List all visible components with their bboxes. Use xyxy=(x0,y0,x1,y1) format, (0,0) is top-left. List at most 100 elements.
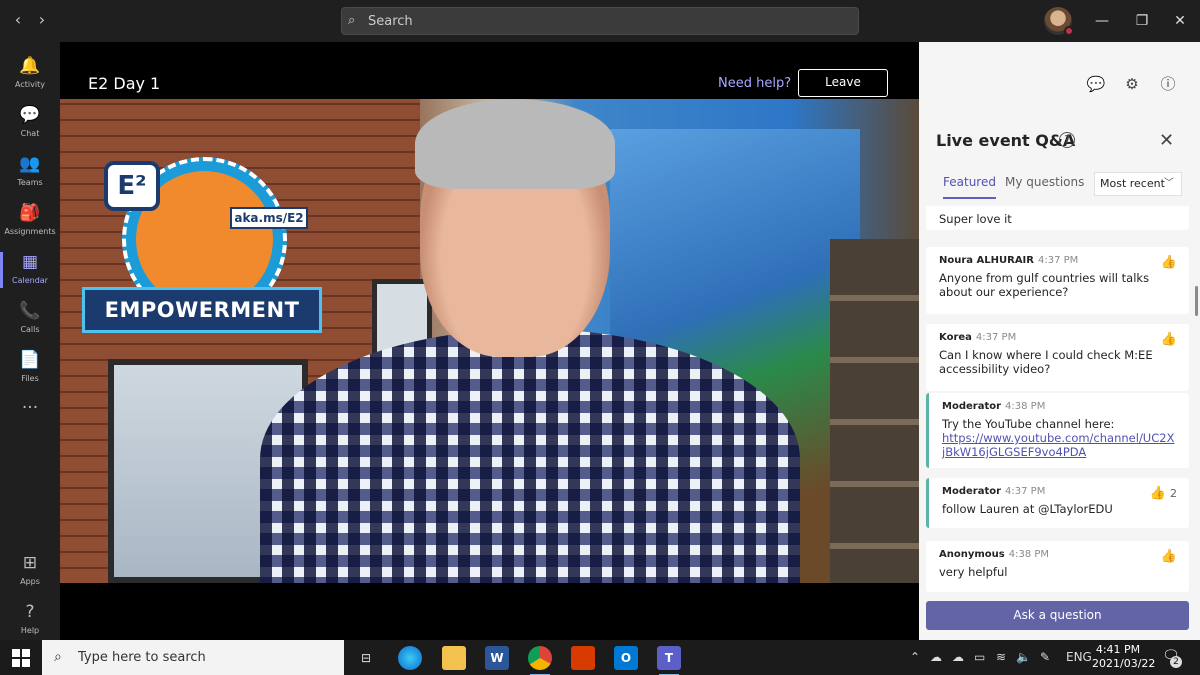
onedrive-icon[interactable]: ☁ xyxy=(930,650,942,664)
avatar[interactable] xyxy=(1044,7,1074,36)
minimize-button[interactable]: — xyxy=(1090,10,1114,32)
chevron-left-icon[interactable]: ‹ xyxy=(8,10,28,30)
question-list[interactable]: Super love it Noura ALHURAIR 4:37 PM Anyo… xyxy=(926,206,1189,592)
author-name: Anonymous xyxy=(939,549,1005,560)
rail-item-activity[interactable]: 🔔 Activity xyxy=(0,50,60,98)
close-icon[interactable]: ✕ xyxy=(1159,130,1174,151)
info-icon[interactable]: ⓘ xyxy=(1157,73,1179,95)
clock-date: 2021/03/22 xyxy=(1092,657,1156,670)
author-name: Korea xyxy=(939,332,972,343)
timestamp: 4:37 PM xyxy=(1005,486,1046,497)
like-icon[interactable]: 👍 xyxy=(1161,255,1177,270)
teams-icon[interactable]: T xyxy=(657,646,681,675)
close-button[interactable]: ✕ xyxy=(1168,10,1192,32)
apps-icon: ⊞ xyxy=(22,553,38,573)
qa-panel: 💬 ⚙ ⓘ Live event Q&A ? ✕ Featured My que… xyxy=(919,42,1200,640)
rail-item-more[interactable]: ··· xyxy=(0,392,60,440)
word-icon[interactable]: W xyxy=(485,646,509,670)
search-placeholder: Search xyxy=(368,14,413,29)
ask-question-button[interactable]: Ask a question xyxy=(926,601,1189,630)
leave-button[interactable]: Leave xyxy=(798,69,888,97)
rail-item-help[interactable]: ? Help xyxy=(0,596,60,644)
maximize-button[interactable]: ❐ xyxy=(1130,10,1154,32)
tab-my-questions[interactable]: My questions xyxy=(1005,175,1084,189)
wifi-icon[interactable]: ≋ xyxy=(996,650,1006,664)
clock-time: 4:41 PM xyxy=(1095,643,1141,656)
panel-title: Live event Q&A xyxy=(936,131,1076,150)
gear-icon[interactable]: ⚙ xyxy=(1121,73,1143,95)
author-name: Moderator xyxy=(942,401,1002,412)
like-icon[interactable]: 👍 xyxy=(1161,549,1177,564)
chevron-right-icon[interactable]: › xyxy=(32,10,52,30)
question-icon[interactable]: ? xyxy=(1059,132,1075,148)
rail-item-calendar[interactable]: ▦ Calendar xyxy=(0,246,60,294)
chrome-icon[interactable] xyxy=(528,646,552,675)
chevron-down-icon: ﹀ xyxy=(1164,178,1174,189)
rail-label: Files xyxy=(21,374,39,383)
file-icon: 📄 xyxy=(19,350,41,370)
sort-dropdown[interactable]: Most recent ﹀ xyxy=(1094,172,1182,196)
rail-label: Chat xyxy=(20,129,40,138)
file-explorer-icon[interactable] xyxy=(442,646,466,670)
list-item: Moderator 4:38 PM Try the YouTube channel… xyxy=(926,393,1189,468)
edge-icon[interactable] xyxy=(398,646,422,670)
presenter xyxy=(260,99,800,583)
help-icon: ? xyxy=(25,602,35,622)
timestamp: 4:38 PM xyxy=(1008,549,1050,560)
video-feed: E² aka.ms/E2 EMPOWERMENT xyxy=(60,99,919,583)
outlook-icon[interactable]: O xyxy=(614,646,638,670)
app-rail: 🔔 Activity 💬 Chat 👥 Teams 🎒 Assignments … xyxy=(0,42,60,640)
office-icon[interactable] xyxy=(571,646,595,670)
question-text: Anyone from gulf countries will talks ab… xyxy=(939,271,1150,299)
youtube-link[interactable]: https://www.youtube.com/channel/UC2XjBkW… xyxy=(942,431,1174,459)
cloud-icon[interactable]: ☁ xyxy=(952,650,964,664)
search-input[interactable]: ⌕ Search xyxy=(341,7,859,35)
rail-item-files[interactable]: 📄 Files xyxy=(0,344,60,392)
taskbar-search-input[interactable]: ⌕ Type here to search xyxy=(42,640,344,675)
author-name: Moderator xyxy=(942,486,1002,497)
pen-icon[interactable]: ✎ xyxy=(1040,650,1050,664)
chat-help-icon[interactable]: 💬 xyxy=(1085,73,1107,95)
meeting-title: E2 Day 1 xyxy=(88,74,161,93)
meeting-stage: E2 Day 1 Need help? Leave E² aka.ms/E2 E… xyxy=(60,42,919,640)
rail-item-assignments[interactable]: 🎒 Assignments xyxy=(0,197,60,245)
backpack-icon: 🎒 xyxy=(19,203,41,223)
tab-featured[interactable]: Featured xyxy=(943,175,996,199)
bookshelf xyxy=(830,239,919,583)
need-help-link[interactable]: Need help? xyxy=(718,76,791,91)
rail-item-chat[interactable]: 💬 Chat xyxy=(0,99,60,147)
rail-item-apps[interactable]: ⊞ Apps xyxy=(0,547,60,595)
list-item: Korea 4:37 PM Can I know where I could ch… xyxy=(926,324,1189,391)
reply-text: follow Lauren at @LTaylorEDU xyxy=(942,502,1113,516)
author-name: Noura ALHURAIR xyxy=(939,255,1034,266)
badge-link-text: aka.ms/E2 xyxy=(230,207,308,229)
presenter-shirt xyxy=(260,329,800,583)
battery-icon[interactable]: ▭ xyxy=(974,650,985,664)
like-icon[interactable]: 👍 xyxy=(1161,332,1177,347)
question-text: Can I know where I could check M:EE acce… xyxy=(939,348,1153,376)
rail-label: Teams xyxy=(17,178,43,187)
chevron-up-icon[interactable]: ⌃ xyxy=(910,650,920,664)
rail-item-calls[interactable]: 📞 Calls xyxy=(0,295,60,343)
question-text: very helpful xyxy=(939,565,1008,579)
scrollbar[interactable] xyxy=(1195,286,1198,316)
teams-icon: 👥 xyxy=(19,154,41,174)
taskbar-search-placeholder: Type here to search xyxy=(78,650,206,665)
task-view-icon[interactable]: ⊟ xyxy=(354,646,378,670)
phone-icon: 📞 xyxy=(19,301,41,321)
list-item: Moderator 4:37 PM follow Lauren at @LTayl… xyxy=(926,478,1189,528)
presenter-hair xyxy=(415,99,615,189)
rail-label: Calendar xyxy=(12,276,48,285)
sort-value: Most recent xyxy=(1100,177,1165,190)
notification-count: 2 xyxy=(1170,656,1182,668)
title-bar: ‹ › ⌕ Search — ❐ ✕ xyxy=(0,0,1200,42)
language-indicator[interactable]: ENG xyxy=(1066,650,1092,664)
timestamp: 4:37 PM xyxy=(1037,255,1079,266)
volume-icon[interactable]: 🔈 xyxy=(1016,650,1031,664)
reply-text: Try the YouTube channel here: xyxy=(942,417,1115,431)
rail-item-teams[interactable]: 👥 Teams xyxy=(0,148,60,196)
clock[interactable]: 4:41 PM 2021/03/22 xyxy=(1092,643,1156,671)
windows-start-icon[interactable] xyxy=(12,649,30,667)
notification-icon[interactable]: 🗨 2 xyxy=(1162,648,1182,668)
like-icon[interactable]: 👍 2 xyxy=(1150,486,1177,501)
